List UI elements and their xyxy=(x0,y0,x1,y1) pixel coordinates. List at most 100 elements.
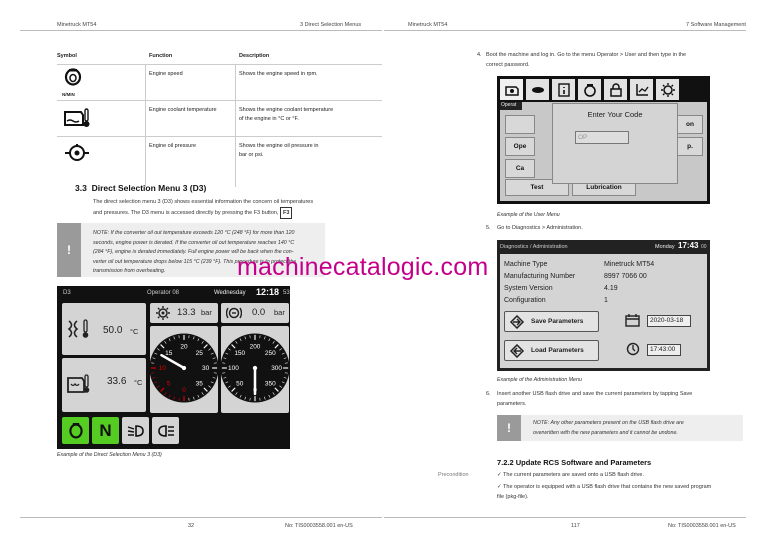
section-number: 3.3 xyxy=(75,183,87,193)
code-dialog: Enter Your Code OP xyxy=(552,103,678,184)
info-icon-tab[interactable] xyxy=(552,79,575,100)
administration-body: Machine Type Manufacturing Number System… xyxy=(500,254,707,368)
description-line: Shows the engine coolant temperature xyxy=(239,107,334,113)
description-line: Shows the engine oil pressure in xyxy=(239,143,319,149)
menu-button[interactable]: p. xyxy=(677,137,703,156)
high-beam-button[interactable] xyxy=(152,417,179,444)
seconds-label: 00 xyxy=(701,244,707,250)
lock-icon-tab[interactable] xyxy=(604,79,627,100)
figure-caption: Example of the Direct Selection Menu 3 (… xyxy=(57,452,162,458)
precondition-item: ✓ The current parameters are saved onto … xyxy=(497,470,727,480)
function-cell: Engine speed xyxy=(149,71,183,77)
gauge-2-tick-label: 300 xyxy=(271,365,282,372)
save-parameters-label: Save Parameters xyxy=(531,318,584,325)
engine-speed-icon-tab[interactable] xyxy=(578,79,601,100)
save-icon xyxy=(509,314,525,329)
operator-label: Operator 08 xyxy=(147,290,180,296)
footer-rule xyxy=(20,517,382,518)
lights-icon-tab[interactable] xyxy=(526,79,549,100)
engine-speed-icon xyxy=(583,83,596,97)
section-title: Direct Selection Menu 3 (D3) xyxy=(91,183,207,193)
save-parameters-button[interactable]: Save Parameters xyxy=(504,311,599,332)
gauge-2-tick-label: 150 xyxy=(234,350,245,357)
info-value: 8997 7066 00 xyxy=(604,273,647,280)
gauge-2-tick-label: 250 xyxy=(265,350,276,357)
gauge-2-tick-label: 100 xyxy=(228,365,239,372)
step-6: 6. Insert another USB flash drive and sa… xyxy=(486,389,727,409)
description-cell: Shows the engine speed in rpm. xyxy=(239,71,318,77)
page-number: 32 xyxy=(188,523,195,529)
time-field[interactable]: 17:43:00 xyxy=(647,344,681,356)
menu-button[interactable] xyxy=(505,115,535,134)
note-line: overwritten with the new parameters and … xyxy=(533,429,678,436)
warning-icon: ! xyxy=(497,415,521,441)
chart-icon xyxy=(635,83,649,96)
warning-icon: ! xyxy=(57,223,81,277)
coolant-temperature-icon xyxy=(63,107,91,131)
engine-speed-icon: N/MIN xyxy=(62,68,83,97)
status-bar: D3 Operator 08 Wednesday 12:18 53 xyxy=(57,286,290,300)
info-label: Machine Type xyxy=(504,261,548,268)
pressure-2-panel: 0.0 bar xyxy=(221,303,289,323)
operator-button[interactable]: Ope xyxy=(505,137,535,156)
neutral-gear-indicator: N xyxy=(92,417,119,444)
note-line: NOTE: If the converter oil out temperatu… xyxy=(93,230,295,236)
table-row: Engine coolant temperature Shows the eng… xyxy=(57,100,382,136)
engine-icon-tab[interactable] xyxy=(500,79,523,100)
administration-screen: Diagnostics / Administration Monday 17:4… xyxy=(497,240,710,371)
pressure-gauge-2: 050100150200250300350 xyxy=(220,333,290,403)
precondition-list: ✓ The current parameters are saved onto … xyxy=(497,470,727,502)
load-parameters-label: Load Parameters xyxy=(531,347,584,354)
low-beam-icon xyxy=(127,424,144,437)
d3-screen: D3 Operator 08 Wednesday 12:18 53 50.0 °… xyxy=(57,286,290,449)
col-header-symbol: Symbol xyxy=(57,53,77,59)
step-5: 5. Go to Diagnostics > Administration. xyxy=(486,223,583,233)
description-cell: Shows the engine coolant temperature of … xyxy=(239,106,333,124)
gauge-2-panel: 050100150200250300350 xyxy=(220,326,290,413)
load-icon xyxy=(509,343,525,358)
gauge-2-needle-hub xyxy=(252,365,258,371)
chart-icon-tab[interactable] xyxy=(630,79,653,100)
step-line: correct password. xyxy=(486,62,530,68)
header-rule xyxy=(384,30,746,31)
cancel-button[interactable]: Ca xyxy=(505,159,535,178)
page-number: 117 xyxy=(571,523,580,529)
document-number: No: TIS0003558.001 en-US xyxy=(285,523,353,529)
precondition-text: The operator is equipped with a USB flas… xyxy=(503,484,712,490)
date-field[interactable]: 2020-03-18 xyxy=(647,315,691,327)
paragraph-line: and pressures. The D3 menu is accessed d… xyxy=(93,210,279,216)
time-label: 12:18 xyxy=(256,287,280,297)
info-label: System Version xyxy=(504,285,553,292)
gauge-1-tick-label: 30 xyxy=(202,365,210,372)
step-line: parameters. xyxy=(497,401,527,407)
settings-icon-tab[interactable] xyxy=(656,79,679,100)
subsection-heading: 7.2.2 Update RCS Software and Parameters xyxy=(497,458,652,467)
document-number: No: TIS0003558.001 en-US xyxy=(668,523,736,529)
menu-button[interactable]: on xyxy=(677,115,703,134)
step-text: Go to Diagnostics > Administration. xyxy=(497,225,583,231)
step-line: Boot the machine and log in. Go to the m… xyxy=(486,52,687,58)
low-beam-button[interactable] xyxy=(122,417,149,444)
lock-icon xyxy=(609,82,622,97)
gauge-1-tick-label: 25 xyxy=(196,350,204,357)
clock-icon xyxy=(626,342,640,361)
description-line: of the engine in °C or °F. xyxy=(239,116,299,122)
precondition-label: Precondition xyxy=(438,472,469,478)
info-value: 4.19 xyxy=(604,285,618,292)
seconds-label: 53 xyxy=(283,290,290,296)
section-heading: 3.3 Direct Selection Menu 3 (D3) xyxy=(75,183,206,193)
header-rule xyxy=(20,30,382,31)
gauge-2-tick-label: 350 xyxy=(265,380,276,387)
pressure-1-panel: 13.3 bar xyxy=(150,303,218,323)
pressure-gauge-1: 0 5 10 15 20 25 30 35 xyxy=(149,333,219,403)
operator-tab[interactable]: Operat xyxy=(500,102,522,110)
watermark: machinecatalogic.com xyxy=(237,253,489,281)
table-row: N/MIN Engine speed Shows the engine spee… xyxy=(57,64,382,100)
gauge-2-tick-label: 200 xyxy=(250,344,261,351)
description-cell: Shows the engine oil pressure in bar or … xyxy=(239,142,319,160)
load-parameters-button[interactable]: Load Parameters xyxy=(504,340,599,361)
footer-rule xyxy=(384,517,746,518)
step-number: 6. xyxy=(486,391,491,397)
code-input[interactable]: OP xyxy=(575,131,629,144)
engine-speed-button[interactable] xyxy=(62,417,89,444)
